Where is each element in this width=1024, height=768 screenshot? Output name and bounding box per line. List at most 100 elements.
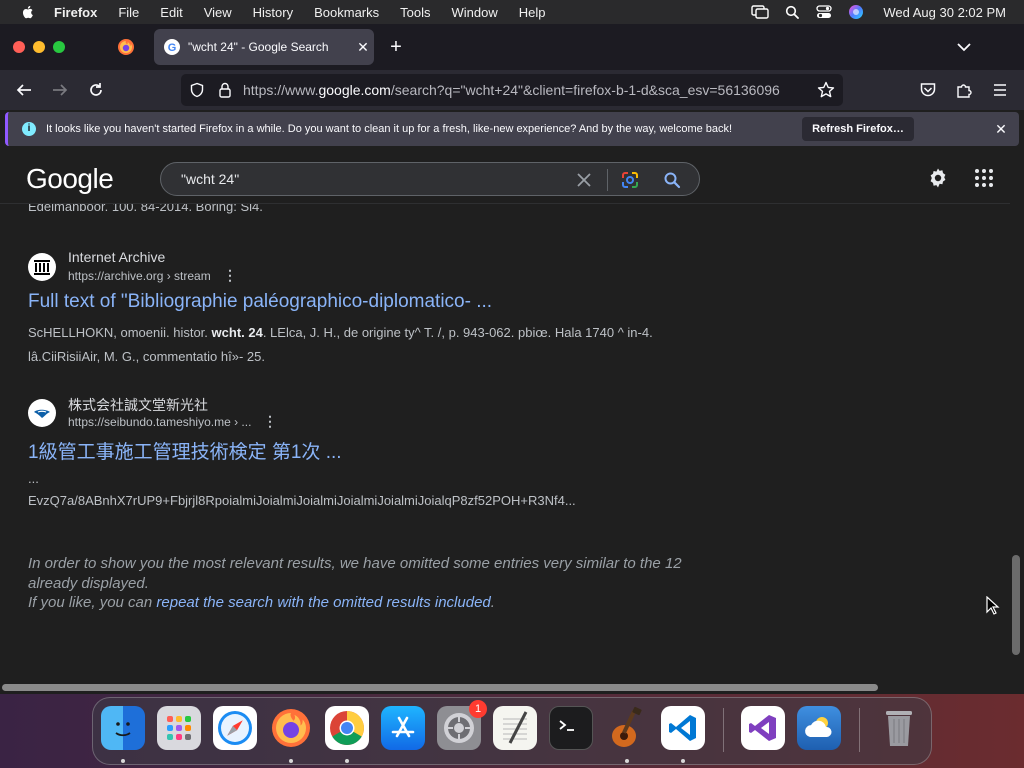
pocket-icon[interactable] (916, 78, 940, 102)
menu-window[interactable]: Window (452, 5, 498, 20)
siri-icon[interactable] (847, 3, 865, 21)
back-arrow-icon[interactable] (12, 78, 36, 102)
result-site-name[interactable]: 株式会社誠文堂新光社 (68, 395, 208, 415)
notification-message: It looks like you haven't started Firefo… (46, 123, 733, 135)
google-lens-icon[interactable] (619, 169, 641, 191)
internet-archive-favicon-icon[interactable] (28, 253, 56, 281)
window-zoom-button[interactable] (53, 41, 65, 53)
garageband-icon[interactable] (605, 706, 649, 750)
safari-icon[interactable] (213, 706, 257, 750)
google-header: Google "wcht 24" (0, 152, 1010, 204)
repeat-search-link[interactable]: repeat the search with the omitted resul… (156, 594, 490, 611)
screen: Firefox File Edit View History Bookmarks… (0, 0, 1024, 768)
close-notification-icon[interactable]: ✕ (992, 120, 1010, 138)
tab-strip: G "wcht 24" - Google Search ✕ + (0, 24, 1024, 70)
launchpad-icon[interactable] (157, 706, 201, 750)
search-result: Internet Archive https://archive.org › s… (28, 249, 728, 364)
search-input[interactable]: "wcht 24" (181, 171, 239, 187)
info-icon: i (22, 122, 36, 136)
tab-title: "wcht 24" - Google Search (188, 40, 329, 54)
web-page: Google "wcht 24" Edelmanboor. 100. 84-20… (0, 152, 1024, 682)
running-indicator (681, 759, 685, 763)
svg-text:G: G (168, 42, 177, 54)
apple-icon[interactable] (20, 4, 36, 20)
system-settings-icon[interactable]: 1 (437, 700, 487, 750)
hamburger-menu-icon[interactable] (988, 78, 1012, 102)
search-result: 株式会社誠文堂新光社 https://seibundo.tameshiyo.me… (28, 397, 728, 509)
firefox-icon[interactable] (269, 706, 313, 750)
control-center-icon[interactable] (815, 3, 833, 21)
close-tab-icon[interactable]: ✕ (352, 39, 374, 56)
search-divider (607, 169, 608, 191)
tracking-protection-shield-icon[interactable] (189, 82, 205, 98)
menu-view[interactable]: View (204, 5, 232, 20)
menubar-clock[interactable]: Wed Aug 30 2:02 PM (883, 5, 1006, 20)
menu-help[interactable]: Help (519, 5, 546, 20)
menu-bookmarks[interactable]: Bookmarks (314, 5, 379, 20)
terminal-icon[interactable] (549, 706, 593, 750)
menu-edit[interactable]: Edit (160, 5, 182, 20)
menu-app-name[interactable]: Firefox (54, 5, 97, 20)
google-logo[interactable]: Google (26, 163, 114, 195)
menu-tools[interactable]: Tools (400, 5, 430, 20)
menu-file[interactable]: File (118, 5, 139, 20)
bookmark-star-icon[interactable] (817, 81, 835, 99)
window-minimize-button[interactable] (33, 41, 45, 53)
weather-icon[interactable] (797, 706, 841, 750)
omitted-results-prompt: If you like, you can repeat the search w… (28, 594, 495, 611)
screen-mirroring-icon[interactable] (751, 3, 770, 21)
navigation-toolbar: https://www.google.com/search?q="wcht+24… (0, 70, 1024, 110)
seibundo-favicon-icon[interactable] (28, 399, 56, 427)
menu-history[interactable]: History (253, 5, 293, 20)
google-apps-grid-icon[interactable] (974, 168, 994, 188)
dock-separator (723, 708, 724, 752)
result-site-url[interactable]: https://seibundo.tameshiyo.me › ... (68, 415, 251, 429)
url-bar[interactable]: https://www.google.com/search?q="wcht+24… (181, 74, 843, 106)
extensions-puzzle-icon[interactable] (952, 78, 976, 102)
mouse-pointer-icon (986, 596, 1000, 615)
result-title-link[interactable]: 1級管工事施工管理技術検定 第1次 ... (28, 437, 342, 464)
running-indicator (121, 759, 125, 763)
settings-gear-icon[interactable] (926, 166, 950, 190)
google-search-box[interactable]: "wcht 24" (160, 162, 700, 196)
refresh-firefox-notification: i It looks like you haven't started Fire… (5, 112, 1019, 146)
result-snippet: ScHELLHOKN, omoenii. histor. wcht. 24. L… (28, 325, 653, 364)
reload-icon[interactable] (84, 78, 108, 102)
running-indicator (345, 759, 349, 763)
clear-search-icon[interactable] (573, 169, 595, 191)
tab-google-search[interactable]: G "wcht 24" - Google Search ✕ (154, 29, 374, 65)
notification-badge: 1 (469, 700, 487, 718)
spotlight-search-icon[interactable] (783, 3, 801, 21)
refresh-firefox-button[interactable]: Refresh Firefox… (802, 117, 914, 141)
window-close-button[interactable] (13, 41, 25, 53)
result-snippet-line: ... (28, 471, 39, 486)
google-favicon-icon: G (164, 39, 180, 55)
url-text[interactable]: https://www.google.com/search?q="wcht+24… (243, 82, 783, 98)
new-tab-icon[interactable]: + (385, 36, 407, 58)
result-snippet: ... EvzQ7a/8ABnhX7rUP9+Fbjrjl8RpoialmiJo… (28, 467, 668, 513)
lock-icon[interactable] (217, 81, 233, 99)
dock: 1 (92, 697, 932, 765)
more-options-kebab-icon[interactable]: ⋮ (263, 413, 277, 429)
chrome-icon[interactable] (325, 706, 369, 750)
textedit-icon[interactable] (493, 706, 537, 750)
firefox-view-tab[interactable] (110, 32, 142, 62)
result-title-link[interactable]: Full text of "Bibliographie paléographic… (28, 291, 492, 313)
result-site-url[interactable]: https://archive.org › stream (68, 269, 211, 283)
vscode-icon[interactable] (661, 706, 705, 750)
horizontal-scrollbar-thumb[interactable] (2, 684, 878, 691)
omitted-results-notice: In order to show you the most relevant r… (28, 554, 728, 613)
search-icon[interactable] (661, 169, 683, 191)
more-options-kebab-icon[interactable]: ⋮ (223, 267, 237, 283)
forward-arrow-icon[interactable] (48, 78, 72, 102)
dock-separator (859, 708, 860, 752)
app-store-icon[interactable] (381, 706, 425, 750)
vertical-scrollbar-thumb[interactable] (1012, 555, 1020, 655)
result-site-name[interactable]: Internet Archive (68, 249, 165, 265)
running-indicator (625, 759, 629, 763)
finder-icon[interactable] (101, 706, 145, 750)
visual-studio-icon[interactable] (741, 706, 785, 750)
macos-menubar: Firefox File Edit View History Bookmarks… (0, 0, 1024, 24)
trash-icon[interactable] (877, 706, 921, 750)
list-all-tabs-chevron-icon[interactable] (954, 38, 974, 56)
